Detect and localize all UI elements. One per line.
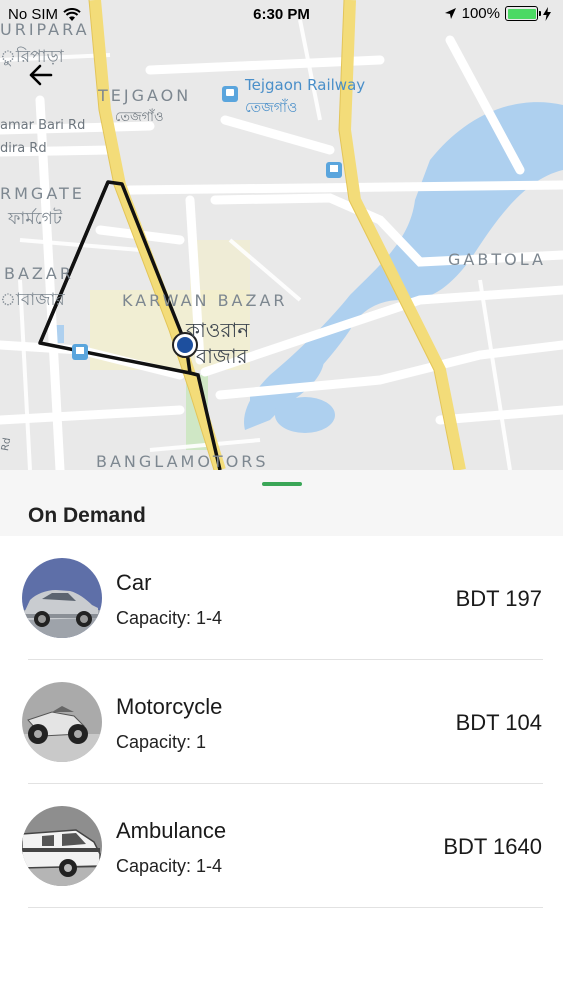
status-bar: No SIM 6:30 PM 100% [0,0,563,30]
location-arrow-icon [444,8,456,19]
map-label-amar-bari-rd: amar Bari Rd [0,118,86,133]
map-label-banglamotors: BANGLAMOTORS [96,452,269,470]
map-label-farmgate-bn: ফার্মগেট [8,209,63,229]
motorcycle-icon [22,682,102,762]
bus-stop-icon [326,162,342,178]
ambulance-icon [22,806,102,886]
map-label-tejgaon-bn: তেজগাঁও [115,110,164,125]
map-label-gabtola: GABTOLA [448,250,546,269]
map-label-bazar-bn: াবাজার [0,290,65,310]
map-view[interactable]: URIPARA ুরিপাড়া TEJGAON তেজগাঁও Tejgaon… [0,0,563,470]
drag-handle[interactable] [262,482,302,486]
battery-icon [505,6,541,21]
map-label-farmgate: RMGATE [0,184,85,203]
map-label-tejgaon: TEJGAON [98,86,192,105]
map-label-dira-rd: dira Rd [0,141,47,156]
map-label-karwan-bn-2: বাজার [196,344,248,368]
map-canvas [0,0,563,470]
vehicle-price: BDT 197 [455,586,542,611]
arrow-left-icon [29,64,53,86]
vehicle-price: BDT 1640 [443,834,542,859]
vehicle-capacity: Capacity: 1 [116,732,207,752]
vehicle-capacity: Capacity: 1-4 [116,608,223,628]
vehicle-name: Motorcycle [116,694,223,719]
vehicle-option-ambulance[interactable]: Ambulance Capacity: 1-4 BDT 1640 [0,784,563,908]
map-label-bazar: BAZAR [4,264,74,283]
vehicle-name: Ambulance [116,818,227,843]
section-title: On Demand [28,504,146,527]
back-button[interactable] [26,60,56,90]
map-label-tejgaon-railway: Tejgaon Railway [245,76,366,94]
train-station-icon [222,86,238,102]
vehicle-name: Car [116,570,152,595]
map-label-karwan-bazar: KARWAN BAZAR [122,291,288,310]
vehicle-selection-sheet: On Demand Car Capacity: 1-4 BDT 197 Moto… [0,470,563,1000]
map-label-tejgaon-railway-bn: তেজগাঁও [245,100,298,116]
vehicle-list: Car Capacity: 1-4 BDT 197 Motorcycle Cap… [0,536,563,908]
charging-icon [543,6,551,21]
vehicle-price: BDT 104 [455,710,542,735]
vehicle-option-car[interactable]: Car Capacity: 1-4 BDT 197 [0,536,563,660]
battery-fill [507,8,536,19]
vehicle-option-motorcycle[interactable]: Motorcycle Capacity: 1 BDT 104 [0,660,563,784]
vehicle-capacity: Capacity: 1-4 [116,856,223,876]
bus-stop-icon [72,344,88,360]
car-icon [22,558,102,638]
battery-percent: 100% [461,5,500,22]
sheet-header: On Demand [0,470,563,536]
map-label-rd-edge: Rd [0,436,14,452]
